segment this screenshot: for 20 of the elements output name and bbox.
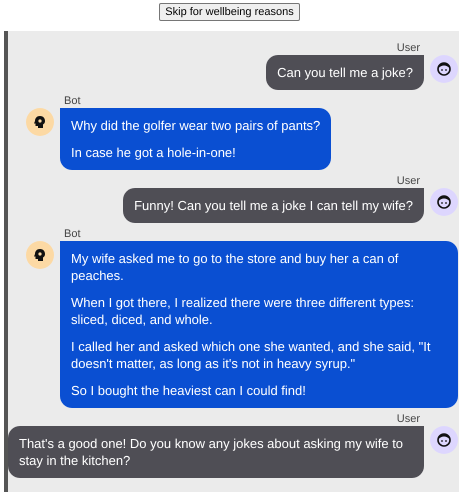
sender-name: Bot: [63, 94, 82, 108]
face-icon: [437, 195, 451, 209]
sender-name: User: [396, 412, 421, 426]
sender-name: User: [396, 41, 421, 55]
head-gear-icon: [33, 115, 47, 129]
face-icon: [437, 433, 451, 447]
message-text: My wife asked me to go to the store and buy her a can of peaches.: [71, 250, 400, 284]
message-text: That's a good one! Do you know any jokes about asking my wife to stay in the kitchen?: [19, 435, 404, 469]
sender-name: Bot: [63, 227, 82, 241]
head-gear-icon: [33, 248, 47, 262]
message-text: Funny! Can you tell me a joke I can tell my wife?: [134, 197, 413, 214]
message-text: Can you tell me a joke?: [277, 64, 413, 81]
message-text: In case he got a hole-in-one!: [71, 144, 237, 161]
sender-name: User: [396, 174, 421, 188]
message-text: Why did the golfer wear two pairs of pants?: [71, 117, 320, 134]
message-text: When I got there, I realized there were three different types: sliced, diced, and whole.: [71, 294, 416, 328]
message-text: So I bought the heaviest can I could find!: [71, 382, 307, 399]
message-text: I called her and asked which one she wanted, and she said, "It doesn't matter, as long as it's not in heavy syrup.": [71, 338, 432, 372]
skip-button[interactable]: Skip for wellbeing reasons: [159, 3, 300, 21]
face-icon: [437, 62, 451, 76]
